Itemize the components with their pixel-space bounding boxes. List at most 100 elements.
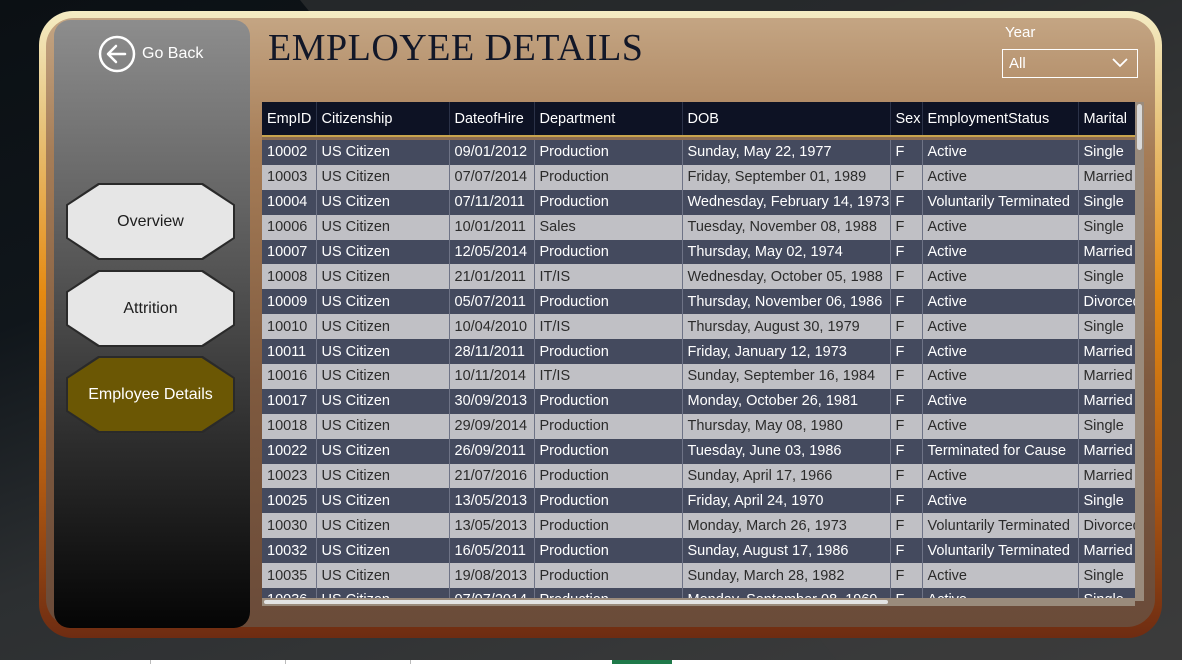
table-cell: IT/IS <box>534 264 683 290</box>
vertical-scrollbar[interactable] <box>1135 102 1144 601</box>
table-header-row: EmpID Citizenship DateofHire Department DOB S… <box>262 102 1135 136</box>
table-cell: F <box>890 239 923 265</box>
table-row[interactable]: 10017 US Citizen 30/09/2013 Production Monda… <box>262 388 1135 414</box>
table-cell: Married <box>1078 438 1135 464</box>
table-cell: 10011 <box>262 339 317 365</box>
table-cell: US Citizen <box>316 463 450 489</box>
table-row[interactable]: 10011 US Citizen 28/11/2011 Production Frida… <box>262 339 1135 365</box>
table-row[interactable]: 10023 US Citizen 21/07/2016 Production Sunda… <box>262 463 1135 489</box>
table-row[interactable]: 10022 US Citizen 26/09/2011 Production Tuesd… <box>262 438 1135 464</box>
table-cell: Thursday, August 30, 1979 <box>682 314 891 340</box>
table-cell: Active <box>922 239 1079 265</box>
table-cell: 07/07/2014 <box>449 164 535 190</box>
column-header[interactable]: EmploymentStatus <box>922 102 1079 136</box>
year-slicer-value: All <box>1009 55 1026 72</box>
horizontal-scrollbar[interactable] <box>262 598 1135 606</box>
table-cell: Active <box>922 314 1079 340</box>
table-cell: 16/05/2011 <box>449 538 535 564</box>
table-cell: Married <box>1078 239 1135 265</box>
table-cell: 10/11/2014 <box>449 364 535 389</box>
table-cell: US Citizen <box>316 214 450 240</box>
table-cell: Married <box>1078 339 1135 365</box>
table-row[interactable]: 10032 US Citizen 16/05/2011 Production Sunda… <box>262 538 1135 564</box>
table-cell: Production <box>534 164 683 190</box>
table-cell: Active <box>922 289 1079 315</box>
column-header[interactable]: Sex <box>890 102 923 136</box>
table-cell: Production <box>534 438 683 464</box>
column-header[interactable]: Citizenship <box>316 102 450 136</box>
table-cell: 19/08/2013 <box>449 563 535 589</box>
table-cell: Active <box>922 563 1079 589</box>
table-cell: Active <box>922 413 1079 439</box>
table-cell: Production <box>534 339 683 365</box>
table-row[interactable]: 10030 US Citizen 13/05/2013 Production Monda… <box>262 513 1135 539</box>
table-cell: F <box>890 413 923 439</box>
table-cell: 21/01/2011 <box>449 264 535 290</box>
table-cell: Single <box>1078 140 1135 165</box>
tab-divider <box>150 660 151 664</box>
table-cell: Active <box>922 463 1079 489</box>
table-cell: US Citizen <box>316 538 450 564</box>
go-back-button[interactable]: Go Back <box>98 35 203 73</box>
table-row[interactable]: 10003 US Citizen 07/07/2014 Production Frida… <box>262 164 1135 190</box>
table-cell: Active <box>922 164 1079 190</box>
nav-button-label: Overview <box>117 212 184 230</box>
table-row[interactable]: 10002 US Citizen 09/01/2012 Production Sunda… <box>262 140 1135 165</box>
table-cell: Active <box>922 488 1079 514</box>
table-cell: Thursday, May 08, 1980 <box>682 413 891 439</box>
table-row[interactable]: 10006 US Citizen 10/01/2011 Sales Tuesday, N… <box>262 214 1135 240</box>
table-cell: 10004 <box>262 189 317 215</box>
table-cell: F <box>890 563 923 589</box>
table-cell: 10008 <box>262 264 317 290</box>
table-cell: Production <box>534 289 683 315</box>
table-cell: 28/11/2011 <box>449 339 535 365</box>
table-cell: 13/05/2013 <box>449 488 535 514</box>
table-cell: 10003 <box>262 164 317 190</box>
table-cell: Thursday, November 06, 1986 <box>682 289 891 315</box>
table-cell: Production <box>534 413 683 439</box>
table-cell: Voluntarily Terminated <box>922 513 1079 539</box>
table-row[interactable]: 10007 US Citizen 12/05/2014 Production Thurs… <box>262 239 1135 265</box>
table-cell: Wednesday, February 14, 1973 <box>682 189 891 215</box>
table-cell: 29/09/2014 <box>449 413 535 439</box>
table-row[interactable]: 10008 US Citizen 21/01/2011 IT/IS Wednesday,… <box>262 264 1135 290</box>
nav-button-attrition[interactable]: Attrition <box>66 270 235 347</box>
horizontal-scroll-thumb[interactable] <box>264 600 888 604</box>
table-row[interactable]: 10018 US Citizen 29/09/2014 Production Thurs… <box>262 413 1135 439</box>
table-cell: 07/11/2011 <box>449 189 535 215</box>
column-header[interactable]: EmpID <box>262 102 317 136</box>
table-cell: 12/05/2014 <box>449 239 535 265</box>
vertical-scroll-thumb[interactable] <box>1137 104 1142 150</box>
table-cell: 10017 <box>262 388 317 414</box>
table-row[interactable]: 10016 US Citizen 10/11/2014 IT/IS Sunday, Se… <box>262 364 1135 389</box>
table-row[interactable]: 10009 US Citizen 05/07/2011 Production Thurs… <box>262 289 1135 315</box>
table-cell: Single <box>1078 413 1135 439</box>
table-cell: Married <box>1078 463 1135 489</box>
column-header[interactable]: DateofHire <box>449 102 535 136</box>
table-cell: Tuesday, June 03, 1986 <box>682 438 891 464</box>
nav-button-employee-details[interactable]: Employee Details <box>66 356 235 433</box>
year-slicer-dropdown[interactable]: All <box>1002 49 1138 78</box>
year-slicer-label: Year <box>1005 24 1036 41</box>
table-cell: Monday, October 26, 1981 <box>682 388 891 414</box>
table-cell: Production <box>534 538 683 564</box>
table-cell: Voluntarily Terminated <box>922 538 1079 564</box>
table-row[interactable]: 10035 US Citizen 19/08/2013 Production Sunda… <box>262 563 1135 589</box>
table-cell: IT/IS <box>534 364 683 389</box>
table-row[interactable]: 10025 US Citizen 13/05/2013 Production Frida… <box>262 488 1135 514</box>
table-cell: US Citizen <box>316 513 450 539</box>
column-header[interactable]: Marital <box>1078 102 1135 136</box>
table-cell: Voluntarily Terminated <box>922 189 1079 215</box>
table-cell: 10032 <box>262 538 317 564</box>
table-cell: US Citizen <box>316 314 450 340</box>
table-cell: US Citizen <box>316 488 450 514</box>
column-header[interactable]: DOB <box>682 102 891 136</box>
table-cell: 10018 <box>262 413 317 439</box>
table-cell: 10030 <box>262 513 317 539</box>
table-cell: 10009 <box>262 289 317 315</box>
table-row[interactable]: 10004 US Citizen 07/11/2011 Production Wedne… <box>262 189 1135 215</box>
table-cell: Monday, March 26, 1973 <box>682 513 891 539</box>
table-row[interactable]: 10010 US Citizen 10/04/2010 IT/IS Thursday, … <box>262 314 1135 340</box>
nav-button-overview[interactable]: Overview <box>66 183 235 260</box>
column-header[interactable]: Department <box>534 102 683 136</box>
